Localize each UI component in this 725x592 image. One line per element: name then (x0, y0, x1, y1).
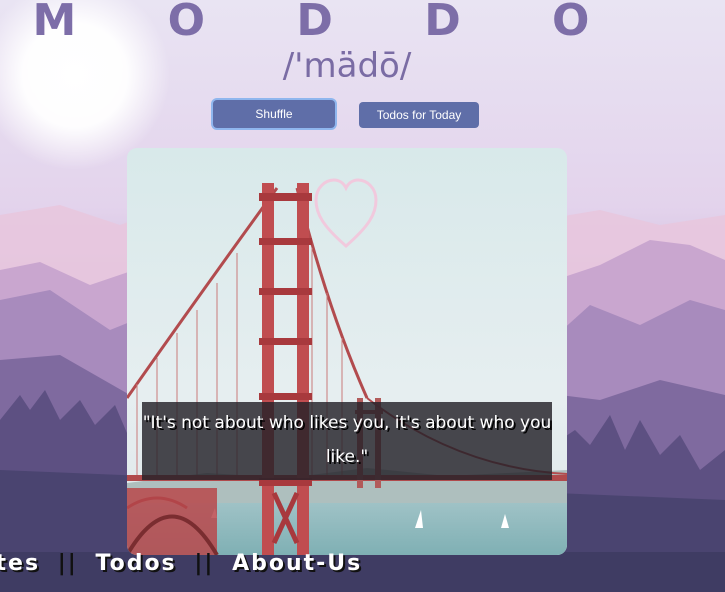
nav-separator: || (194, 551, 215, 576)
quote-text: "It's not about who likes you, it's abou… (142, 402, 552, 480)
nav-link-todos[interactable]: Todos (96, 551, 177, 576)
app-title: M O D D O (32, 0, 628, 46)
nav-separator: || (57, 551, 78, 576)
nav-link-about-us[interactable]: About-Us (232, 551, 362, 576)
shuffle-button[interactable]: Shuffle (213, 100, 335, 128)
todos-for-today-button[interactable]: Todos for Today (359, 102, 479, 128)
nav-link-favorites[interactable]: ites (0, 551, 40, 576)
pronunciation-text: /'mädō/ (282, 46, 412, 86)
bottom-navigation: ites || Todos || About-Us (0, 551, 362, 583)
heart-outline-icon[interactable] (313, 176, 379, 250)
